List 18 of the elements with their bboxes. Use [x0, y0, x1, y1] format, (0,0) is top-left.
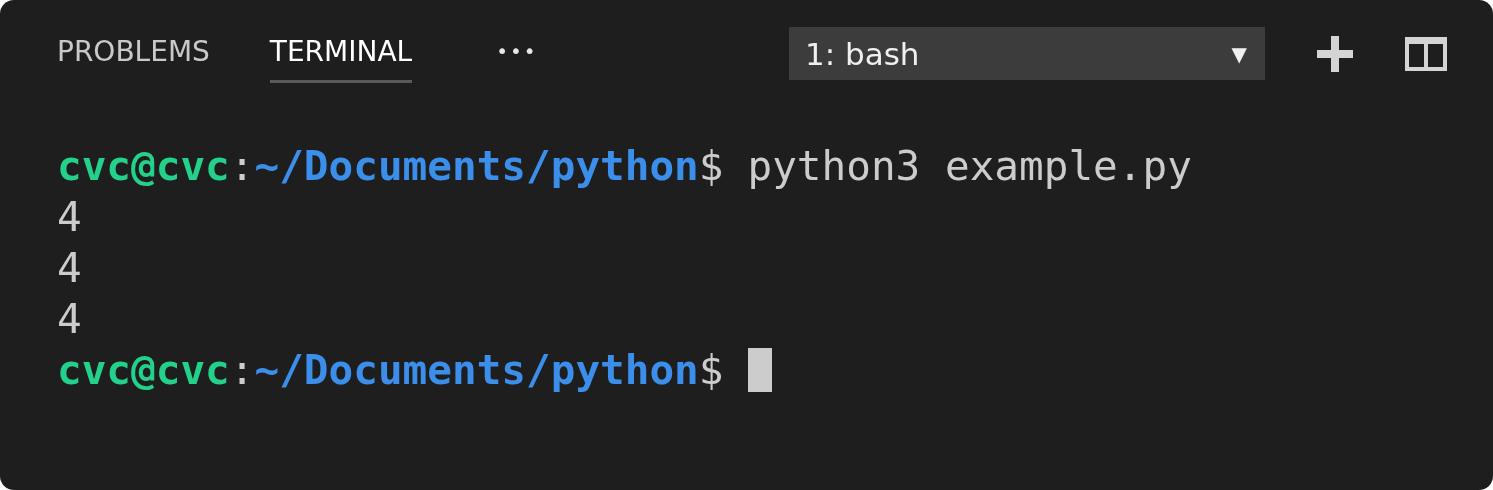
split-icon[interactable]	[1405, 36, 1447, 71]
prompt-user: cvc@cvc	[57, 142, 230, 190]
more-actions-button[interactable]: •••	[496, 27, 538, 75]
output-text: 4	[57, 193, 82, 241]
output-text: 4	[57, 244, 82, 292]
prompt-path: ~/Documents/python	[254, 142, 699, 190]
command-text: python3 example.py	[747, 142, 1192, 190]
panel-tab[interactable]: PROBLEMS	[57, 27, 210, 83]
terminal-select[interactable]: 1: bash ▼	[789, 27, 1265, 80]
prompt-user: cvc@cvc	[57, 346, 230, 394]
output-text: 4	[57, 295, 82, 343]
prompt-symbol: $	[698, 142, 724, 190]
prompt-path: ~/Documents/python	[254, 346, 699, 394]
prompt-symbol: $	[698, 346, 724, 394]
add-icon[interactable]	[1317, 35, 1353, 72]
prompt-separator: :	[229, 346, 255, 394]
panel-tab[interactable]: TERMINAL	[269, 27, 413, 83]
prompt-separator: :	[229, 142, 255, 190]
